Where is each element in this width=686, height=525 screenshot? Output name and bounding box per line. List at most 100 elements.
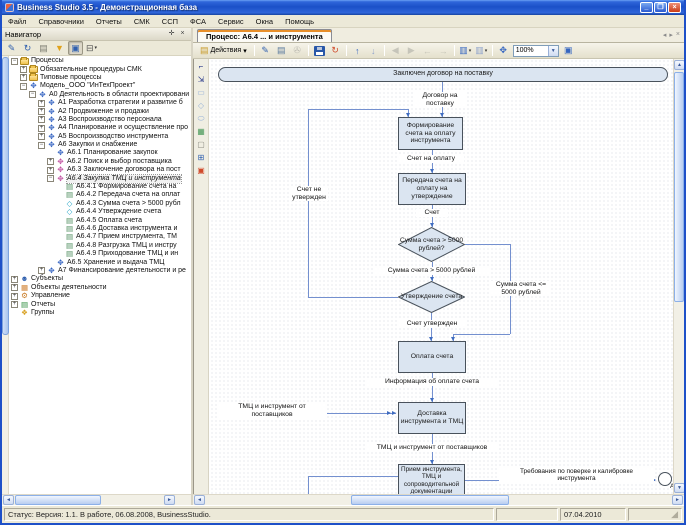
menu-справочники[interactable]: Справочники (32, 15, 89, 28)
expand-toggle[interactable]: + (11, 284, 18, 291)
tree-item[interactable]: +✥А3 Воспроизводство персонала (9, 116, 191, 124)
tree-item[interactable]: +Типовые процессы (9, 74, 191, 82)
connector-poly-icon[interactable]: ⇲ (195, 74, 207, 85)
flow-decision-approve[interactable]: Утверждение счета (398, 281, 465, 313)
scroll-right-icon[interactable]: ► (164, 495, 175, 505)
tree-item[interactable]: ▤А6.4.9 Приходование ТМЦ и ин (9, 250, 191, 258)
flow-decision-amount[interactable]: Сумма счета > 5000 рублей? (398, 227, 465, 262)
zoom-dropdown-icon[interactable]: ▼ (548, 46, 558, 56)
restore-button[interactable]: ❐ (654, 2, 667, 13)
new-item-icon[interactable]: ▤ (36, 41, 51, 55)
tree-item[interactable]: −✥А0 Деятельность в области проектирован… (9, 91, 191, 99)
tree-item[interactable]: ▤А6.4.2 Передача счета на оплат (9, 191, 191, 199)
edit-diagram-icon[interactable]: ✎ (258, 44, 273, 58)
canvas-vscroll-thumb[interactable] (674, 72, 684, 302)
close-button[interactable]: × (668, 2, 681, 13)
tree-item[interactable]: +▦Объекты деятельности (9, 284, 191, 292)
tree-item[interactable]: +☻Субъекты (9, 275, 191, 283)
move-up-icon[interactable]: ↑ (350, 44, 365, 58)
collapse-toggle[interactable]: − (11, 58, 18, 65)
tree-item[interactable]: +✥А4 Планирование и осуществление про (9, 124, 191, 132)
next-icon[interactable]: ▶ (404, 44, 419, 58)
canvas-vscrollbar[interactable]: ▲ ▼ (673, 59, 684, 494)
tree-item[interactable]: ✥А6.1 Планирование закупок (9, 149, 191, 157)
expand-toggle[interactable]: + (38, 267, 45, 274)
tree-item[interactable]: ▤А6.4.6 Доставка инструмента и (9, 225, 191, 233)
menu-помощь[interactable]: Помощь (279, 15, 320, 28)
back-icon[interactable]: ← (420, 44, 435, 58)
refresh-diagram-icon[interactable]: ↻ (328, 44, 343, 58)
tree-item[interactable]: +Обязательные процедуры СМК (9, 65, 191, 73)
expand-toggle[interactable]: + (38, 133, 45, 140)
move-down-icon[interactable]: ↓ (366, 44, 381, 58)
tree-item[interactable]: ◇А6.4.3 Сумма счета > 5000 рубл (9, 200, 191, 208)
shape-diamond-icon[interactable]: ◇ (195, 100, 207, 111)
refresh-icon[interactable]: ↻ (20, 41, 35, 55)
shape-ellipse-icon[interactable]: ⬭ (195, 113, 207, 124)
expand-toggle[interactable]: + (38, 125, 45, 132)
swimlane-icon[interactable]: ⊞ (195, 152, 207, 163)
open-card-icon[interactable]: ▤ (274, 44, 289, 58)
expand-toggle[interactable]: + (47, 167, 54, 174)
tab-process-a64[interactable]: Процесс: А6.4 ... и инструмента (197, 29, 332, 42)
tab-prev-icon[interactable]: ◂ (663, 31, 667, 39)
frame-icon[interactable]: ▣ (195, 165, 207, 176)
tree-item[interactable]: ▤А6.4.1 Формирование счета на (9, 183, 191, 191)
tree-item[interactable]: +✥А5 Воспроизводство инструмента (9, 133, 191, 141)
actions-button[interactable]: ▤Действия▾ (196, 44, 251, 58)
tree-item[interactable]: ▤А6.4.8 Разгрузка ТМЦ и инстру (9, 242, 191, 250)
shape-rounded-icon[interactable]: ▢ (195, 139, 207, 150)
expand-toggle[interactable]: + (38, 100, 45, 107)
diagram-format-icon[interactable]: ▥▾ (474, 44, 489, 58)
flow-step-receive[interactable]: Прием инструмента, ТМЦ и сопроводительно… (398, 464, 465, 494)
expand-toggle[interactable]: + (20, 74, 27, 81)
collapse-toggle[interactable]: − (29, 91, 36, 98)
tree-item[interactable]: −Процессы (9, 57, 191, 65)
edit-icon[interactable]: ✎ (4, 41, 19, 55)
flow-step-delivery[interactable]: Доставка инструмента и ТМЦ (398, 402, 466, 434)
resize-grip[interactable]: ◢ (671, 510, 678, 519)
forward-icon[interactable]: → (436, 44, 451, 58)
filter-icon[interactable]: ▼ (52, 41, 67, 55)
navigator-hscrollbar[interactable]: ◄ ► (2, 494, 191, 505)
expand-toggle[interactable]: + (11, 301, 18, 308)
attach-icon[interactable]: ✇ (290, 44, 305, 58)
print-icon[interactable]: ⊟▾ (84, 41, 99, 55)
tree-item[interactable]: +✥А6.2 Поиск и выбор поставщика (9, 158, 191, 166)
collapse-toggle[interactable]: − (38, 142, 45, 149)
diagram-canvas[interactable]: ⌐⇲▭◇⬭▦▢⊞▣ Заключен договор на поставку Ф… (194, 59, 673, 494)
expand-toggle[interactable]: + (11, 276, 18, 283)
scroll-down-icon[interactable]: ▼ (674, 483, 685, 493)
navigator-hscroll-thumb[interactable] (15, 495, 101, 505)
navigator-vscroll-thumb[interactable] (2, 57, 9, 335)
navigator-vscrollbar[interactable] (2, 56, 9, 494)
tree-item[interactable]: ▤А6.4.7 Прием инструмента, ТМ (9, 233, 191, 241)
hierarchy-window-icon[interactable]: ▣ (68, 41, 83, 55)
menu-окна[interactable]: Окна (250, 15, 279, 28)
tree-item[interactable]: +▤Отчеты (9, 300, 191, 308)
tab-next-icon[interactable]: ▸ (669, 31, 673, 39)
expand-toggle[interactable]: + (47, 158, 54, 165)
pan-icon[interactable]: ✥ (496, 44, 511, 58)
flow-step-form-invoice[interactable]: Формирование счета на оплату инструмента (398, 117, 463, 150)
minimize-button[interactable]: _ (640, 2, 653, 13)
menu-смк[interactable]: СМК (128, 15, 156, 28)
close-panel-icon[interactable]: × (177, 29, 188, 40)
expand-toggle[interactable]: + (11, 293, 18, 300)
connector-elbow-icon[interactable]: ⌐ (195, 61, 207, 72)
tree-item[interactable]: −✥А6 Закупки и снабжение (9, 141, 191, 149)
menu-ссп[interactable]: ССП (156, 15, 184, 28)
flow-start-event[interactable]: Заключен договор на поставку (218, 67, 668, 82)
tree-item[interactable]: −✥А6.4 Закупка ТМЦ и инструмента (9, 174, 191, 182)
menu-файл[interactable]: Файл (2, 15, 32, 28)
canvas-hscrollbar[interactable]: ◄ ► (193, 494, 684, 505)
tree-item[interactable]: +✥А1 Разработка стратегии и развитие б (9, 99, 191, 107)
expand-toggle[interactable]: + (20, 66, 27, 73)
scroll-up-icon[interactable]: ▲ (674, 60, 685, 70)
tree-item[interactable]: ▤А6.4.5 Оплата счета (9, 216, 191, 224)
tree-item[interactable]: +⚙Управление (9, 292, 191, 300)
expand-toggle[interactable]: + (38, 108, 45, 115)
pin-icon[interactable]: ✛ (166, 29, 177, 40)
tab-close-icon[interactable]: × (676, 31, 680, 39)
tree-item[interactable]: ◇А6.4.4 Утверждение счета (9, 208, 191, 216)
